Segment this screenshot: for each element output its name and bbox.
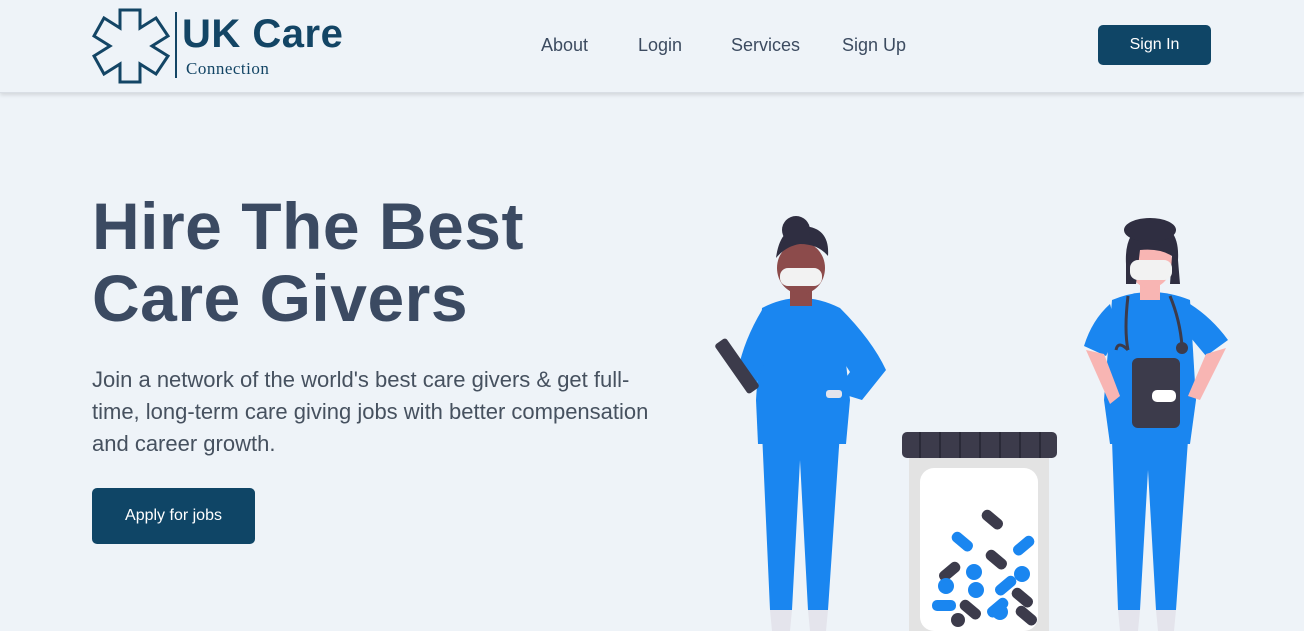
nav-signup-link[interactable]: Sign Up — [842, 35, 906, 56]
hero-title-line-2: Care Givers — [92, 261, 469, 335]
top-navigation-bar: UK Care Connection About Login Services … — [0, 0, 1304, 93]
hero-title-line-1: Hire The Best — [92, 189, 524, 263]
nurse-left-figure — [715, 216, 886, 631]
hero-description: Join a network of the world's best care … — [92, 367, 649, 456]
hero-title: Hire The Best Care Givers — [92, 190, 652, 334]
apply-for-jobs-button[interactable]: Apply for jobs — [92, 488, 255, 544]
nav-login-link[interactable]: Login — [638, 35, 682, 56]
pill-jar — [902, 432, 1057, 631]
sign-in-button[interactable]: Sign In — [1098, 25, 1211, 65]
nav-about-link[interactable]: About — [541, 35, 588, 56]
site-logo[interactable]: UK Care Connection — [92, 8, 343, 84]
medical-star-icon — [92, 8, 170, 84]
nurses-illustration — [715, 216, 1228, 631]
nav-services-link[interactable]: Services — [731, 35, 800, 56]
logo-title: UK Care — [182, 12, 344, 56]
logo-subtitle: Connection — [186, 59, 270, 78]
logo-divider — [175, 12, 177, 78]
nurse-right-figure — [1084, 218, 1228, 631]
